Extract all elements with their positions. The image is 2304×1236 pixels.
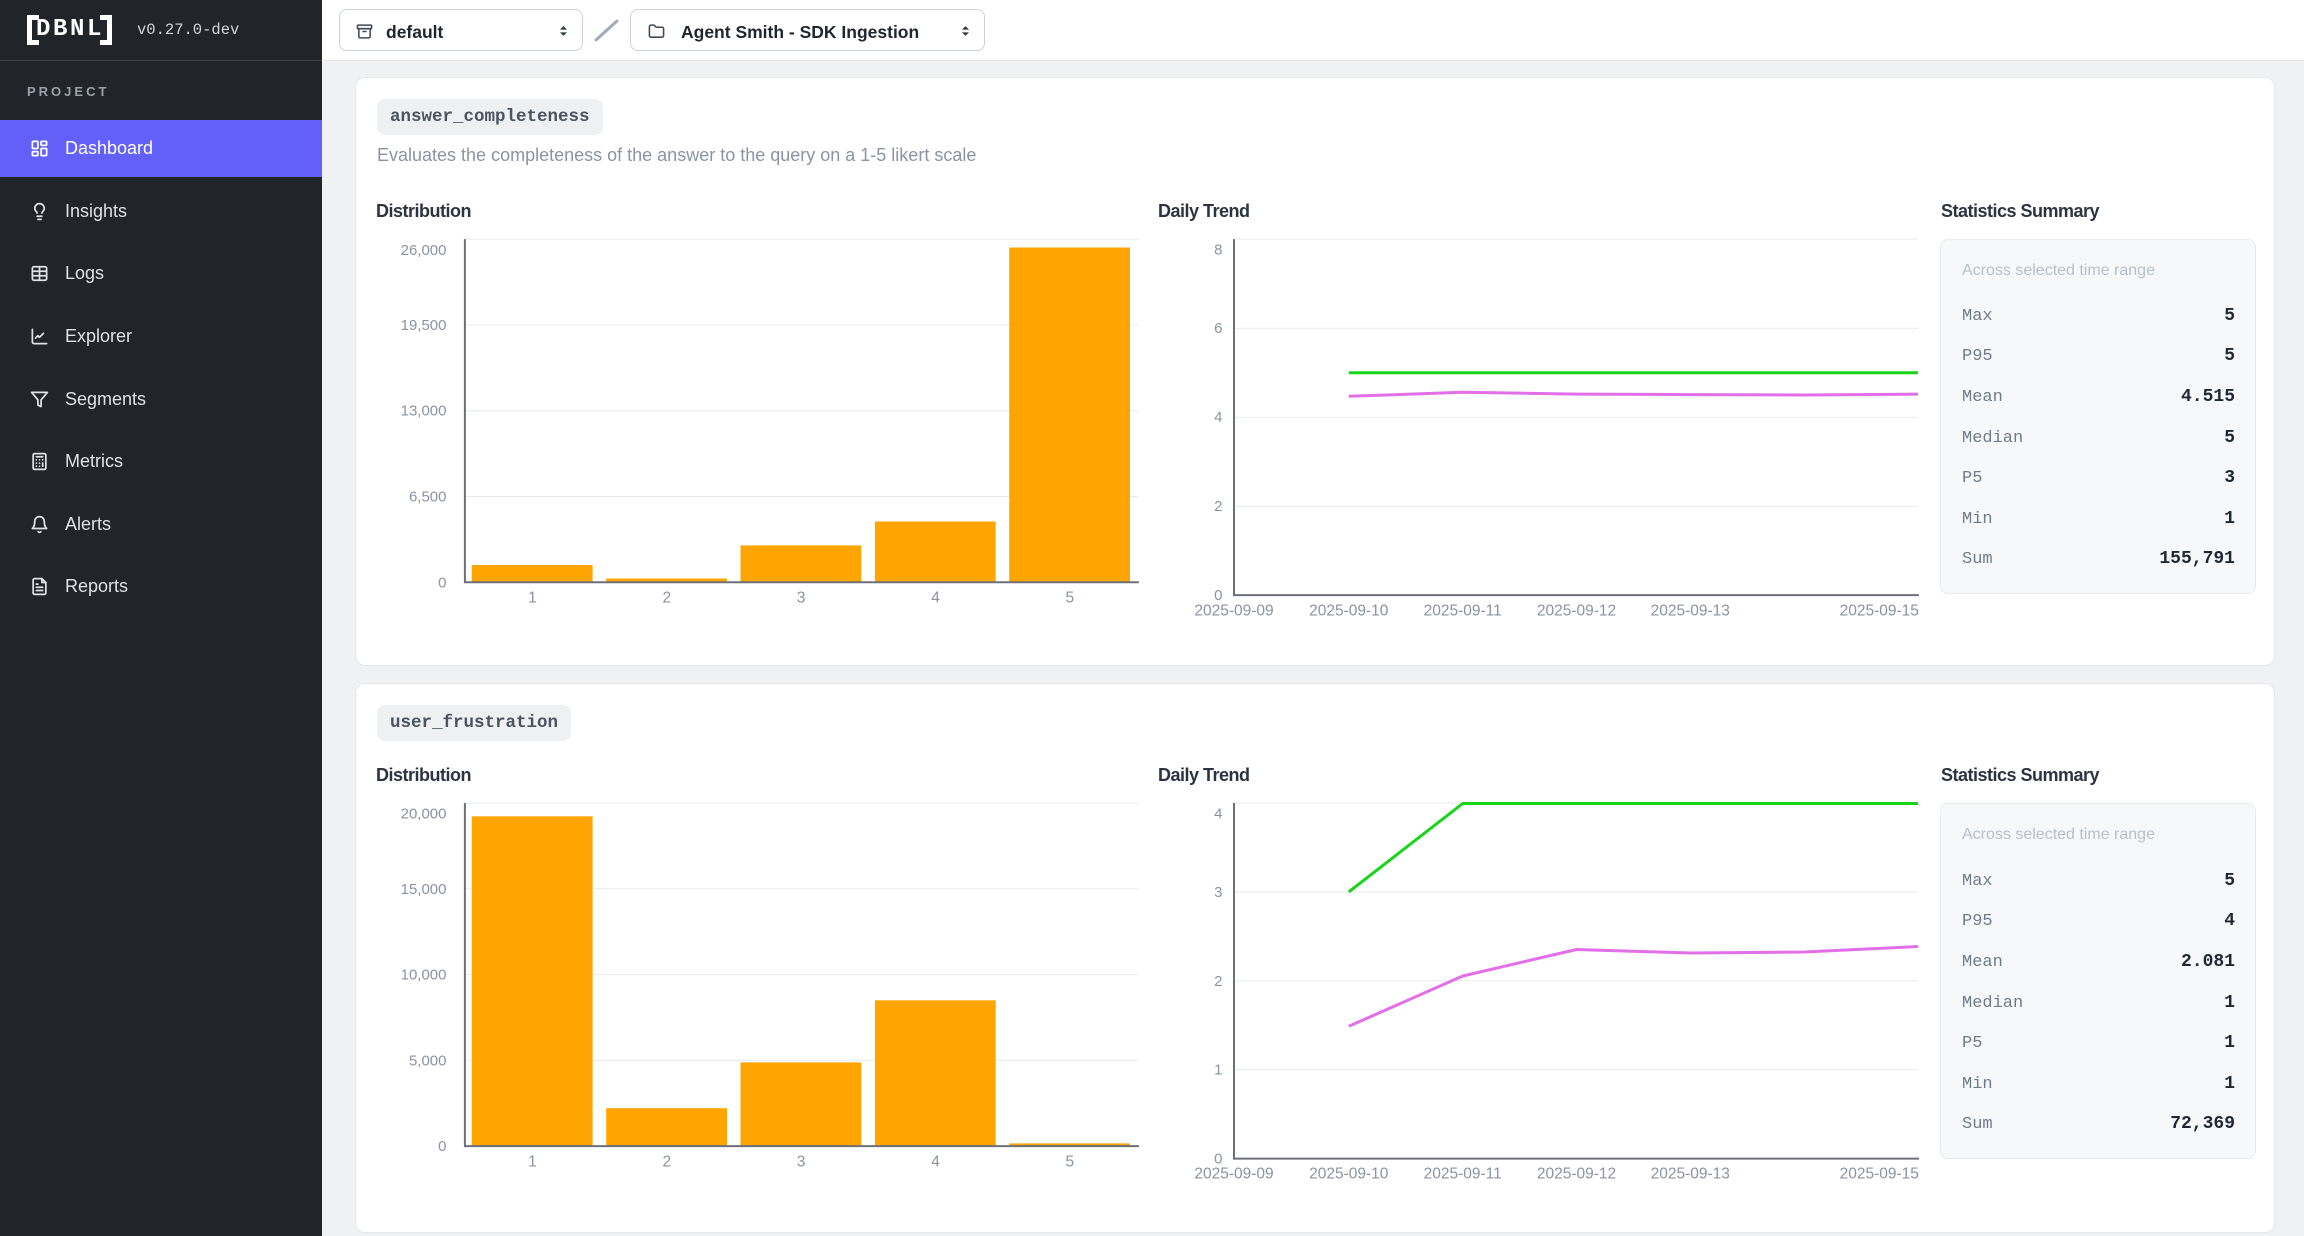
svg-text:13,000: 13,000 bbox=[401, 403, 447, 420]
svg-text:1: 1 bbox=[528, 590, 537, 607]
svg-text:2025-09-09: 2025-09-09 bbox=[1194, 602, 1273, 619]
svg-text:2: 2 bbox=[662, 590, 671, 607]
svg-text:5: 5 bbox=[1065, 590, 1074, 607]
svg-text:5,000: 5,000 bbox=[409, 1052, 447, 1069]
svg-text:2: 2 bbox=[662, 1153, 671, 1170]
svg-text:0: 0 bbox=[438, 1138, 446, 1155]
svg-text:2025-09-13: 2025-09-13 bbox=[1651, 602, 1730, 619]
svg-text:2: 2 bbox=[1214, 973, 1222, 990]
svg-text:15,000: 15,000 bbox=[401, 881, 447, 898]
svg-text:3: 3 bbox=[797, 1153, 806, 1170]
svg-text:26,000: 26,000 bbox=[401, 242, 447, 259]
svg-text:2025-09-12: 2025-09-12 bbox=[1537, 1166, 1616, 1183]
svg-text:2025-09-12: 2025-09-12 bbox=[1537, 602, 1616, 619]
svg-text:5: 5 bbox=[1065, 1153, 1074, 1170]
svg-text:4: 4 bbox=[1214, 409, 1222, 426]
svg-text:8: 8 bbox=[1214, 242, 1222, 259]
svg-text:0: 0 bbox=[438, 574, 446, 591]
svg-text:10,000: 10,000 bbox=[401, 967, 447, 984]
svg-text:2: 2 bbox=[1214, 498, 1222, 515]
svg-text:3: 3 bbox=[797, 590, 806, 607]
svg-text:2025-09-10: 2025-09-10 bbox=[1309, 1166, 1389, 1183]
svg-text:6: 6 bbox=[1214, 320, 1222, 337]
svg-text:4: 4 bbox=[931, 1153, 940, 1170]
svg-text:3: 3 bbox=[1214, 884, 1222, 901]
svg-text:2025-09-15: 2025-09-15 bbox=[1840, 602, 1919, 619]
svg-text:2025-09-13: 2025-09-13 bbox=[1651, 1166, 1730, 1183]
svg-text:1: 1 bbox=[1214, 1062, 1222, 1079]
svg-text:19,500: 19,500 bbox=[401, 317, 447, 334]
svg-text:2025-09-11: 2025-09-11 bbox=[1424, 1166, 1502, 1183]
svg-text:2025-09-11: 2025-09-11 bbox=[1424, 602, 1502, 619]
svg-text:20,000: 20,000 bbox=[401, 806, 447, 823]
svg-text:2025-09-09: 2025-09-09 bbox=[1194, 1166, 1273, 1183]
svg-text:1: 1 bbox=[528, 1153, 537, 1170]
svg-text:2025-09-10: 2025-09-10 bbox=[1309, 602, 1389, 619]
svg-text:2025-09-15: 2025-09-15 bbox=[1840, 1166, 1919, 1183]
svg-text:6,500: 6,500 bbox=[409, 489, 447, 506]
svg-text:4: 4 bbox=[1214, 806, 1222, 823]
svg-text:4: 4 bbox=[931, 590, 940, 607]
